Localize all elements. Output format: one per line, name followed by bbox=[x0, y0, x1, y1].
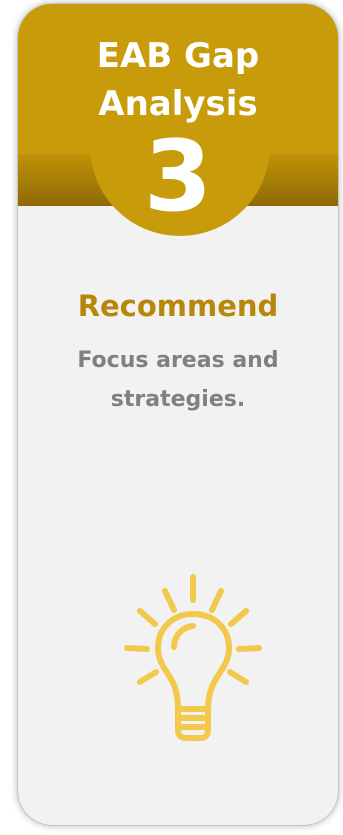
lightbulb-icon bbox=[124, 574, 262, 741]
page: EAB Gap Analysis 3 Recommend Focus areas… bbox=[0, 0, 343, 835]
section-description: Focus areas and strategies. bbox=[77, 348, 279, 412]
step-card: EAB Gap Analysis 3 Recommend Focus areas… bbox=[18, 4, 338, 825]
card-title: EAB Gap Analysis bbox=[96, 36, 260, 124]
section-title: Recommend bbox=[77, 289, 279, 323]
step-number: 3 bbox=[143, 120, 213, 234]
